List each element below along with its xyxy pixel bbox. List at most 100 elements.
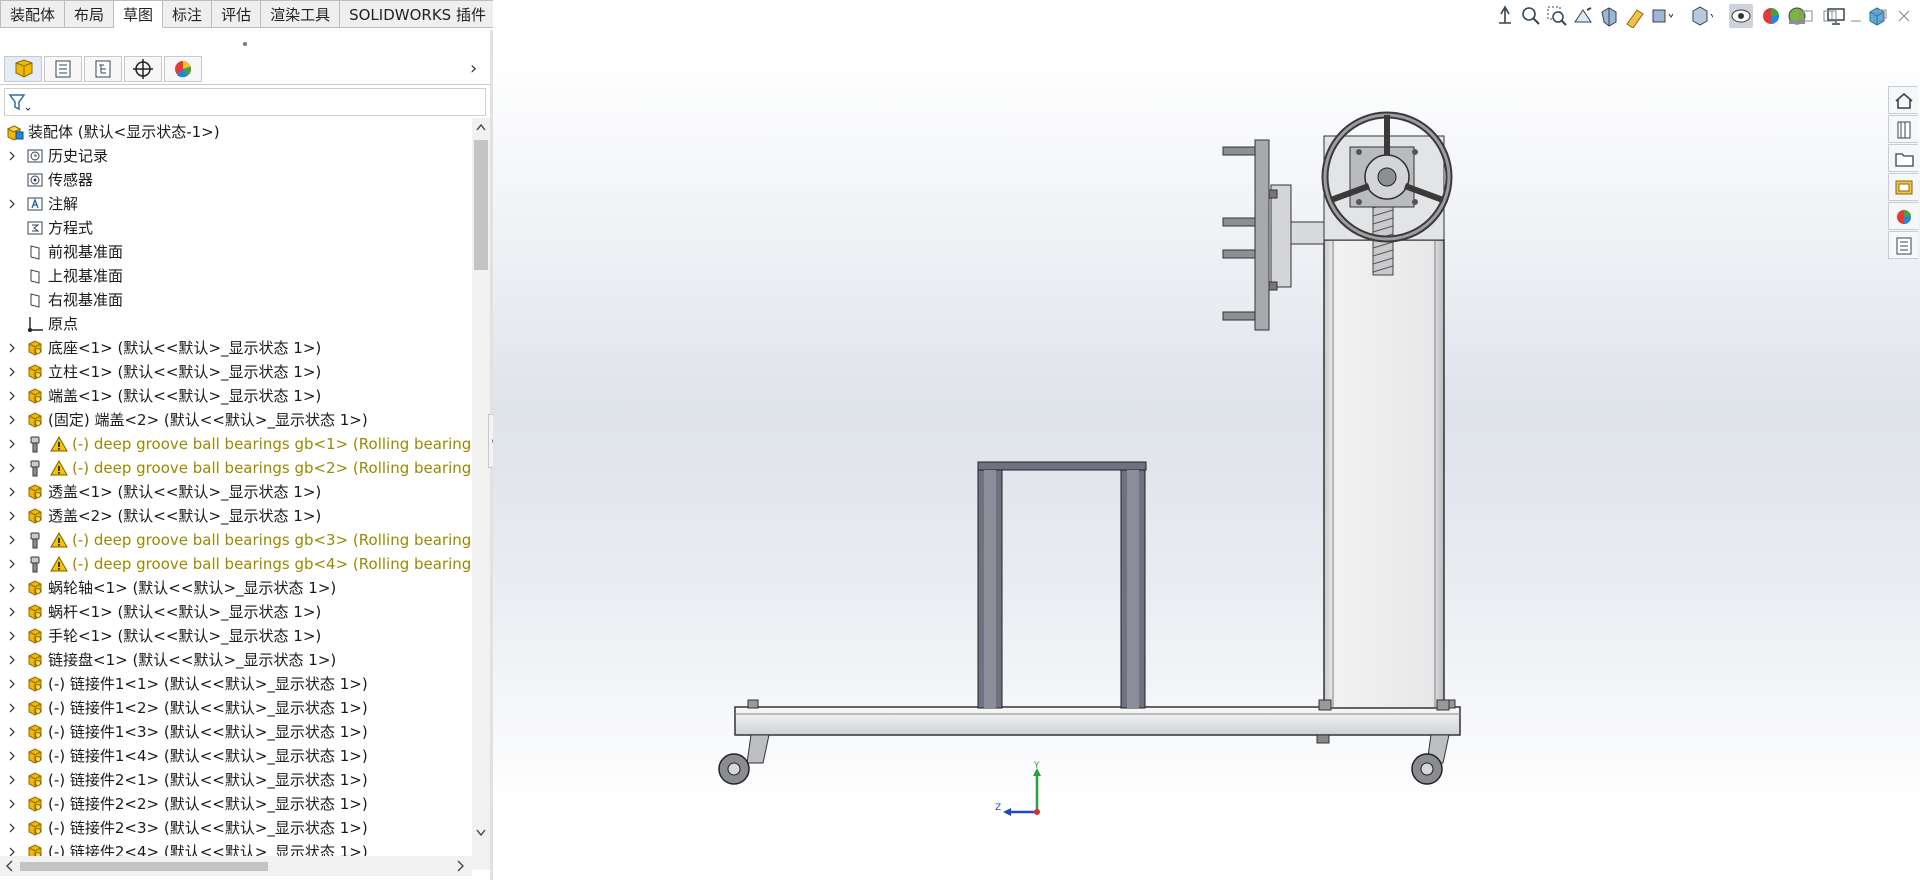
display-manager-icon[interactable] (164, 56, 202, 82)
expand-arrow-icon[interactable] (6, 576, 18, 600)
tree-item[interactable]: 前视基准面 (0, 240, 472, 264)
tree-item[interactable]: (-) 链接件1<4> (默认<<默认>_显示状态 1>) (0, 744, 472, 768)
right-caster[interactable] (1411, 734, 1450, 785)
expand-arrow-icon[interactable] (6, 192, 18, 216)
tree-item[interactable]: (-) 链接件2<2> (默认<<默认>_显示状态 1>) (0, 792, 472, 816)
view-orientation-dropdown-icon[interactable] (1649, 4, 1673, 28)
tree-item[interactable]: (固定) 端盖<2> (默认<<默认>_显示状态 1>) (0, 408, 472, 432)
expand-arrow-icon[interactable] (6, 456, 18, 480)
filter-box[interactable] (4, 88, 486, 116)
tab-5[interactable]: 渲染工具 (261, 0, 341, 28)
previous-view-icon[interactable] (1571, 4, 1595, 28)
tab-0[interactable]: 装配体 (0, 0, 66, 28)
home-icon[interactable] (1888, 86, 1918, 114)
expand-arrow-icon[interactable] (6, 432, 18, 456)
linkage-disc[interactable] (1222, 139, 1325, 331)
tree-item[interactable]: (-) 链接件2<3> (默认<<默认>_显示状态 1>) (0, 816, 472, 840)
tree-item[interactable]: (-) deep groove ball bearings gb<4> (Rol… (0, 552, 472, 576)
section-view-icon[interactable] (1597, 4, 1621, 28)
appearances-icon[interactable] (1888, 202, 1918, 230)
design-library-icon[interactable] (1888, 115, 1918, 143)
tree-item[interactable]: 链接盘<1> (默认<<默认>_显示状态 1>) (0, 648, 472, 672)
view-palette-icon[interactable] (1888, 173, 1918, 201)
support-frame[interactable] (977, 461, 1147, 709)
dynamic-annotation-icon[interactable] (1623, 4, 1647, 28)
tree-vertical-scrollbar[interactable] (472, 118, 490, 870)
tree-item[interactable]: 右视基准面 (0, 288, 472, 312)
expand-arrow-icon[interactable] (6, 504, 18, 528)
expand-arrow-icon[interactable] (6, 768, 18, 792)
expand-arrow-icon[interactable] (6, 480, 18, 504)
tree-item[interactable]: 注解 (0, 192, 472, 216)
hide-show-items-icon[interactable] (1729, 4, 1753, 28)
tree-item[interactable]: 蜗杆<1> (默认<<默认>_显示状态 1>) (0, 600, 472, 624)
expand-arrow-icon[interactable] (6, 144, 18, 168)
custom-properties-icon[interactable] (1888, 231, 1918, 259)
tree-item[interactable]: (-) 链接件1<3> (默认<<默认>_显示状态 1>) (0, 720, 472, 744)
tree-item[interactable]: 历史记录 (0, 144, 472, 168)
left-caster[interactable] (718, 734, 770, 785)
expand-arrow-icon[interactable] (6, 360, 18, 384)
expand-arrow-icon[interactable] (6, 672, 18, 696)
tree-item[interactable]: 透盖<2> (默认<<默认>_显示状态 1>) (0, 504, 472, 528)
file-explorer-icon[interactable] (1888, 144, 1918, 172)
close-icon[interactable] (1894, 6, 1914, 26)
tree-root[interactable]: 装配体 (默认<显示状态-1>) (0, 120, 472, 144)
tree-item[interactable]: (-) 链接件1<2> (默认<<默认>_显示状态 1>) (0, 696, 472, 720)
property-manager-icon[interactable] (44, 56, 82, 82)
tree-item[interactable]: (-) 链接件2<1> (默认<<默认>_显示状态 1>) (0, 768, 472, 792)
tile-right-icon[interactable] (1820, 6, 1840, 26)
panel-splitter-handle[interactable] (0, 30, 490, 52)
more-tabs-arrow[interactable]: › (470, 58, 486, 80)
tab-4[interactable]: 评估 (212, 0, 262, 28)
filter-icon[interactable] (5, 89, 35, 115)
expand-arrow-icon[interactable] (6, 624, 18, 648)
tab-3[interactable]: 标注 (163, 0, 213, 28)
expand-arrow-icon[interactable] (6, 792, 18, 816)
expand-arrow-icon[interactable] (6, 336, 18, 360)
expand-arrow-icon[interactable] (6, 408, 18, 432)
expand-arrow-icon[interactable] (6, 816, 18, 840)
tree-item[interactable]: (-) deep groove ball bearings gb<3> (Rol… (0, 528, 472, 552)
expand-arrow-icon[interactable] (6, 744, 18, 768)
expand-arrow-icon[interactable] (6, 528, 18, 552)
tree-item[interactable]: (-) 链接件1<1> (默认<<默认>_显示状态 1>) (0, 672, 472, 696)
tree-item[interactable]: 蜗轮轴<1> (默认<<默认>_显示状态 1>) (0, 576, 472, 600)
feature-manager-icon[interactable] (4, 56, 42, 82)
graphics-area[interactable]: Y Z (493, 0, 1920, 880)
toolbox-icon (26, 531, 44, 549)
zoom-to-area-icon[interactable] (1545, 4, 1569, 28)
tree-item[interactable]: (-) deep groove ball bearings gb<1> (Rol… (0, 432, 472, 456)
tree-item[interactable]: 手轮<1> (默认<<默认>_显示状态 1>) (0, 624, 472, 648)
restore-icon[interactable] (1870, 6, 1890, 26)
expand-arrow-icon[interactable] (6, 600, 18, 624)
zoom-to-fit-icon[interactable] (1519, 4, 1543, 28)
tree-item[interactable]: 底座<1> (默认<<默认>_显示状态 1>) (0, 336, 472, 360)
tile-left-icon[interactable] (1796, 6, 1816, 26)
tree-item[interactable]: (-) deep groove ball bearings gb<2> (Rol… (0, 456, 472, 480)
tree-item[interactable]: 传感器 (0, 168, 472, 192)
assembly-model[interactable] (493, 0, 1920, 880)
configuration-manager-icon[interactable] (84, 56, 122, 82)
dimxpert-icon[interactable] (124, 56, 162, 82)
display-style-icon[interactable] (1689, 4, 1713, 28)
tree-item-label: 装配体 (默认<显示状态-1>) (28, 123, 220, 141)
view-orientation-icon[interactable] (1493, 4, 1517, 28)
tab-2[interactable]: 草图 (114, 0, 164, 28)
expand-arrow-icon[interactable] (6, 648, 18, 672)
tree-item[interactable]: 上视基准面 (0, 264, 472, 288)
tab-6[interactable]: SOLIDWORKS 插件 (340, 0, 496, 28)
tree-item[interactable]: 方程式 (0, 216, 472, 240)
tree-item[interactable]: 立柱<1> (默认<<默认>_显示状态 1>) (0, 360, 472, 384)
tree-item[interactable]: 透盖<1> (默认<<默认>_显示状态 1>) (0, 480, 472, 504)
edit-appearance-icon[interactable] (1759, 4, 1783, 28)
tree-item[interactable]: 端盖<1> (默认<<默认>_显示状态 1>) (0, 384, 472, 408)
tree-horizontal-scrollbar[interactable] (0, 856, 472, 876)
expand-arrow-icon[interactable] (6, 552, 18, 576)
expand-arrow-icon[interactable] (6, 720, 18, 744)
tab-1[interactable]: 布局 (65, 0, 115, 28)
tree-item[interactable]: 原点 (0, 312, 472, 336)
minimize-icon[interactable] (1846, 6, 1866, 26)
expand-arrow-icon[interactable] (6, 696, 18, 720)
expand-arrow-icon[interactable] (6, 384, 18, 408)
